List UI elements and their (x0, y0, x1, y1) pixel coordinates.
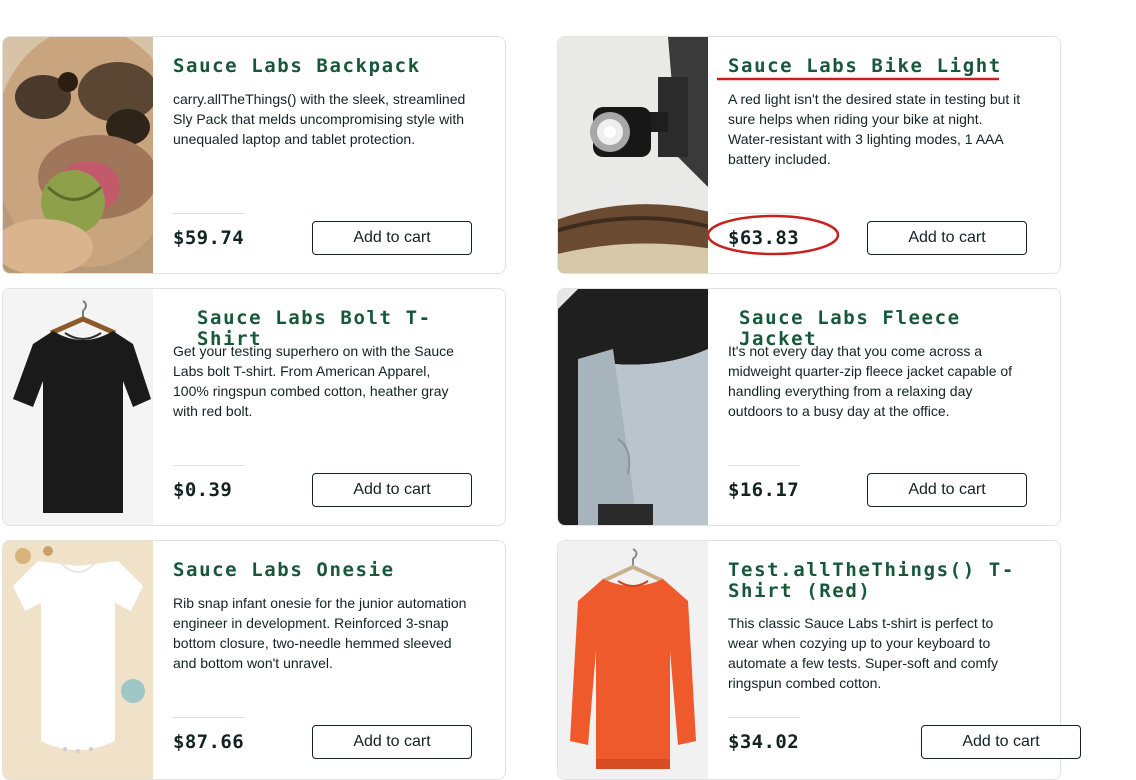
price-container: $63.83 (728, 213, 800, 249)
product-image-bolt-tshirt[interactable] (3, 289, 153, 525)
inventory-list: Sauce Labs Backpack carry.allTheThings()… (0, 0, 1136, 780)
black-tshirt-image (3, 289, 153, 525)
product-name[interactable]: Test.allTheThings() T-Shirt (Red) (728, 560, 1030, 602)
product-image-red-tshirt[interactable] (558, 541, 708, 779)
price-container: $34.02 (728, 717, 800, 753)
product-description: carry.allTheThings() with the sleek, str… (173, 91, 466, 147)
product-price: $0.39 (173, 479, 233, 501)
product-price: $34.02 (728, 731, 800, 753)
product-name[interactable]: Sauce Labs Bike Light (728, 56, 1030, 77)
inventory-item: Sauce Labs Bolt T-Shirt Get your testing… (2, 288, 506, 526)
product-price: $16.17 (728, 479, 800, 501)
product-price: $63.83 (728, 227, 800, 249)
add-to-cart-button[interactable]: Add to cart (867, 473, 1027, 507)
product-price: $59.74 (173, 227, 245, 249)
inventory-item: Sauce Labs Bike Light A red light isn't … (557, 36, 1061, 274)
product-price: $87.66 (173, 731, 245, 753)
bike-light-image (558, 37, 708, 273)
product-description: It's not every day that you come across … (728, 343, 1013, 419)
add-to-cart-button[interactable]: Add to cart (867, 221, 1027, 255)
fleece-jacket-image (558, 289, 708, 525)
product-image-bike-light[interactable] (558, 37, 708, 273)
add-to-cart-button[interactable]: Add to cart (312, 221, 472, 255)
product-image-fleece-jacket[interactable] (558, 289, 708, 525)
price-container: $16.17 (728, 465, 800, 501)
product-name[interactable]: Sauce Labs Backpack (173, 56, 475, 77)
dog-with-ball-image (3, 37, 153, 273)
product-image-onesie[interactable] (3, 541, 153, 779)
product-description: Get your testing superhero on with the S… (173, 343, 454, 419)
inventory-item: Sauce Labs Fleece Jacket It's not every … (557, 288, 1061, 526)
product-image-backpack[interactable] (3, 37, 153, 273)
product-description: Rib snap infant onesie for the junior au… (173, 595, 467, 671)
inventory-item: Test.allTheThings() T-Shirt (Red) This c… (557, 540, 1081, 780)
red-sweatshirt-image (558, 541, 708, 779)
price-container: $0.39 (173, 465, 245, 501)
product-description: A red light isn't the desired state in t… (728, 91, 1021, 167)
inventory-item: Sauce Labs Backpack carry.allTheThings()… (2, 36, 506, 274)
onesie-image (3, 541, 153, 779)
add-to-cart-button[interactable]: Add to cart (312, 473, 472, 507)
product-description: This classic Sauce Labs t-shirt is perfe… (728, 615, 999, 691)
price-container: $59.74 (173, 213, 245, 249)
product-name[interactable]: Sauce Labs Onesie (173, 560, 475, 581)
price-container: $87.66 (173, 717, 245, 753)
inventory-item: Sauce Labs Onesie Rib snap infant onesie… (2, 540, 506, 780)
